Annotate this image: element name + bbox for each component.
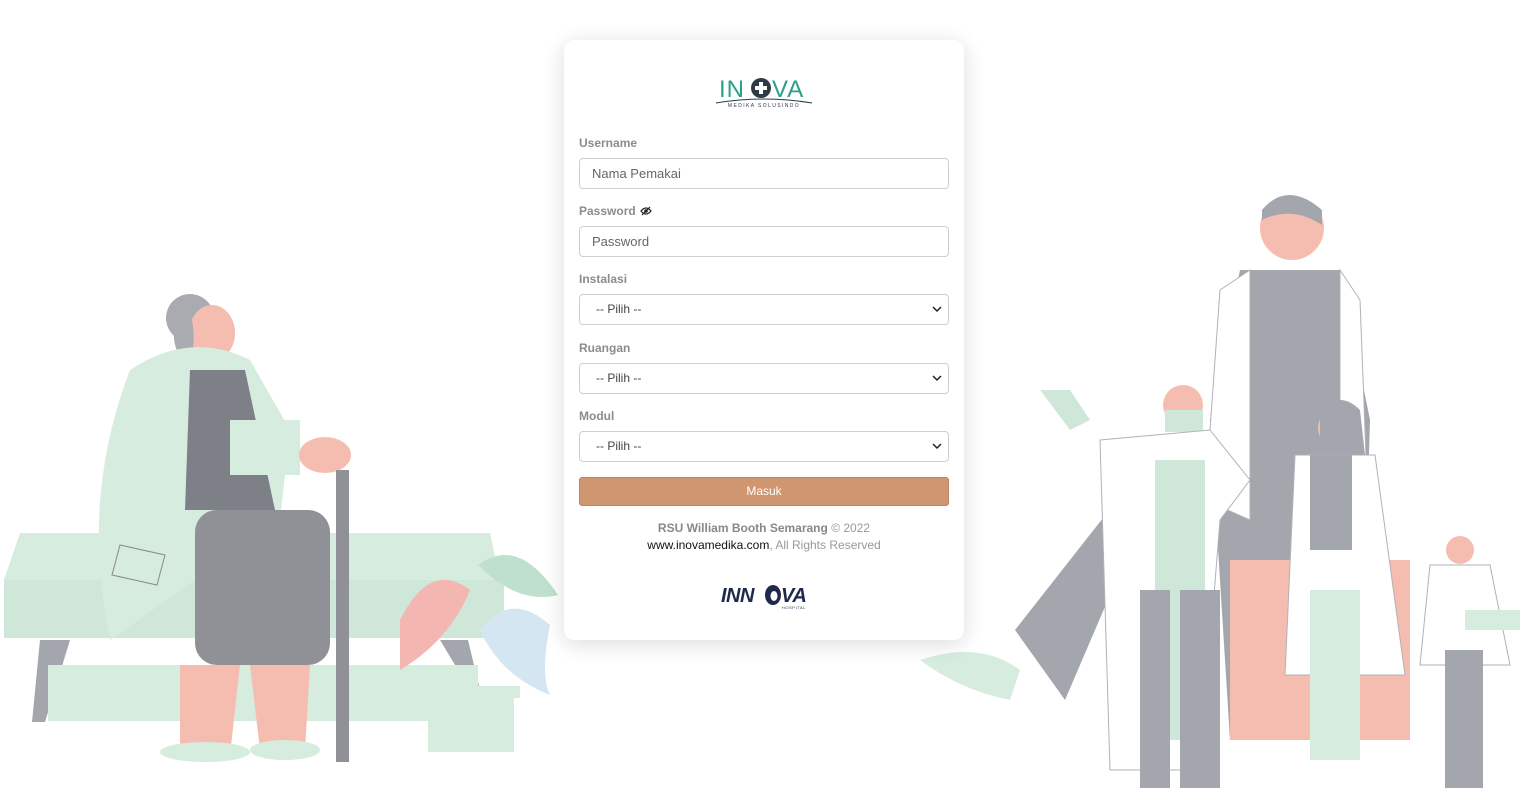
ruangan-selected: -- Pilih -- <box>596 371 642 385</box>
username-label: Username <box>579 136 638 150</box>
svg-text:IN: IN <box>719 76 745 103</box>
username-input[interactable] <box>579 158 949 189</box>
rights-text: , All Rights Reserved <box>769 538 881 552</box>
password-label: Password <box>579 204 652 219</box>
instalasi-selected: -- Pilih -- <box>596 302 642 316</box>
modul-selected: -- Pilih -- <box>596 439 642 453</box>
instalasi-label: Instalasi <box>579 272 628 286</box>
ruangan-select[interactable]: -- Pilih -- <box>579 363 949 394</box>
masuk-button[interactable]: Masuk <box>579 477 949 506</box>
hospital-name: RSU William Booth Semarang <box>657 521 828 535</box>
medical-staff-illustration <box>920 195 1520 788</box>
copyright-year: © 2022 <box>831 521 871 535</box>
footer-rights: www.inovamedika.com, All Rights Reserved <box>564 538 964 552</box>
login-card: IN VA MEDIKA SOLUSINDO Username Password… <box>564 40 964 640</box>
svg-text:HOSPITAL: HOSPITAL <box>782 605 806 610</box>
website-link[interactable]: www.inovamedika.com <box>647 538 769 552</box>
inova-medika-logo: IN VA MEDIKA SOLUSINDO <box>715 76 813 109</box>
modul-label: Modul <box>579 409 615 423</box>
modul-select[interactable]: -- Pilih -- <box>579 431 949 462</box>
svg-text:MEDIKA SOLUSINDO: MEDIKA SOLUSINDO <box>728 103 800 109</box>
chevron-down-icon <box>932 375 942 382</box>
footer-copyright: RSU William Booth Semarang © 2022 <box>564 521 964 535</box>
chevron-down-icon <box>932 306 942 313</box>
chevron-down-icon <box>932 443 942 450</box>
innova-hospital-logo: INN VA HOSPITAL <box>721 585 807 610</box>
ruangan-label: Ruangan <box>579 341 631 355</box>
svg-text:VA: VA <box>781 585 806 607</box>
instalasi-select[interactable]: -- Pilih -- <box>579 294 949 325</box>
svg-text:INN: INN <box>721 585 755 607</box>
eye-slash-icon[interactable] <box>639 205 652 219</box>
password-label-text: Password <box>579 204 636 218</box>
password-input[interactable] <box>579 226 949 257</box>
